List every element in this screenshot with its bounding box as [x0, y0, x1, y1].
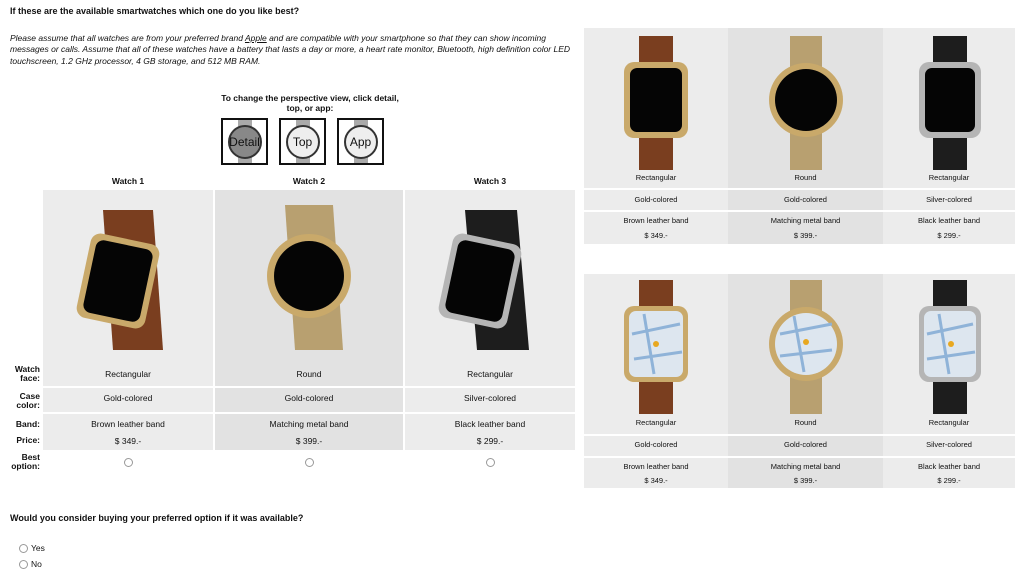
app-watch1-face: Rectangular [584, 414, 728, 434]
top-watch1-image [584, 28, 728, 170]
label-band: Band: [15, 419, 40, 429]
option-yes[interactable]: Yes [19, 543, 45, 553]
yes-radio[interactable] [19, 543, 28, 553]
top-watch3-image [883, 28, 1015, 170]
top-watch3-band: Black leather band [883, 212, 1015, 230]
question-title: If these are the available smartwatches … [10, 6, 300, 16]
watch3-price: $ 299.- [405, 434, 575, 450]
watch1-case: Gold-colored [43, 388, 213, 412]
watch1-price: $ 349.- [43, 434, 213, 450]
watch2-best-radio[interactable] [304, 458, 314, 467]
app-watch1-price: $ 349.- [584, 476, 728, 488]
watch1-band: Brown leather band [43, 414, 213, 434]
top-watch3-case: Silver-colored [883, 190, 1015, 210]
yes-label: Yes [31, 543, 45, 553]
top-watch1-face: Rectangular [584, 170, 728, 188]
app-watch1-case: Gold-colored [584, 436, 728, 456]
watch1-header: Watch 1 [111, 176, 145, 186]
watch3-best-radio[interactable] [485, 458, 495, 467]
perspective-instructions: To change the perspective view, click de… [221, 93, 399, 114]
intro-text: Please assume that all watches are from … [10, 33, 582, 67]
detail-view-button[interactable]: Detail [221, 118, 268, 165]
top-watch1-case: Gold-colored [584, 190, 728, 210]
top-watch3-price: $ 299.- [883, 230, 1015, 244]
watch2-header: Watch 2 [292, 176, 326, 186]
watch2-image [215, 190, 403, 362]
watch1-best-radio[interactable] [123, 458, 133, 467]
top-watch2-price: $ 399.- [728, 230, 883, 244]
app-watch2-image [728, 274, 883, 414]
option-no[interactable]: No [19, 559, 42, 569]
watch1-face: Rectangular [43, 362, 213, 386]
app-watch2-price: $ 399.- [728, 476, 883, 488]
follow-up-question: Would you consider buying your preferred… [10, 513, 304, 523]
perspective-buttons: Detail Top App [221, 118, 384, 165]
detail-label: Detail [229, 134, 260, 149]
label-price: Price: [16, 435, 40, 445]
watch2-face: Round [215, 362, 403, 386]
top-watch2-case: Gold-colored [728, 190, 883, 210]
watch2-best-radio-wrap [215, 458, 403, 469]
app-label: App [349, 134, 372, 149]
brand-name: Apple [244, 33, 267, 43]
app-watch2-band: Matching metal band [728, 458, 883, 476]
label-case-color: Case color: [16, 391, 40, 411]
watch3-case: Silver-colored [405, 388, 575, 412]
top-watch2-face: Round [728, 170, 883, 188]
app-watch1-band: Brown leather band [584, 458, 728, 476]
watch3-band: Black leather band [405, 414, 575, 434]
watch3-header: Watch 3 [473, 176, 507, 186]
top-watch2-band: Matching metal band [728, 212, 883, 230]
app-watch1-image [584, 274, 728, 414]
app-watch3-price: $ 299.- [883, 476, 1015, 488]
app-watch3-case: Silver-colored [883, 436, 1015, 456]
watch2-price: $ 399.- [215, 434, 403, 450]
watch3-face: Rectangular [405, 362, 575, 386]
app-view-button[interactable]: App [337, 118, 384, 165]
top-watch1-price: $ 349.- [584, 230, 728, 244]
watch2-band: Matching metal band [215, 414, 403, 434]
top-watch2-image [728, 28, 883, 170]
top-watch1-band: Brown leather band [584, 212, 728, 230]
app-watch2-face: Round [728, 414, 883, 434]
app-watch3-face: Rectangular [883, 414, 1015, 434]
label-best-option: Best option: [11, 452, 40, 472]
top-watch3-face: Rectangular [883, 170, 1015, 188]
app-watch3-image [883, 274, 1015, 414]
intro-before: Please assume that all watches are from … [10, 33, 245, 43]
no-label: No [31, 559, 42, 569]
app-watch2-case: Gold-colored [728, 436, 883, 456]
top-view-button[interactable]: Top [279, 118, 326, 165]
top-label: Top [292, 134, 313, 149]
watch1-best-radio-wrap [43, 458, 213, 469]
no-radio[interactable] [19, 559, 28, 569]
watch3-image [405, 190, 575, 362]
watch1-image [43, 190, 213, 362]
watch3-best-radio-wrap [405, 458, 575, 469]
watch2-case: Gold-colored [215, 388, 403, 412]
label-watch-face: Watch face: [14, 364, 40, 384]
app-watch3-band: Black leather band [883, 458, 1015, 476]
